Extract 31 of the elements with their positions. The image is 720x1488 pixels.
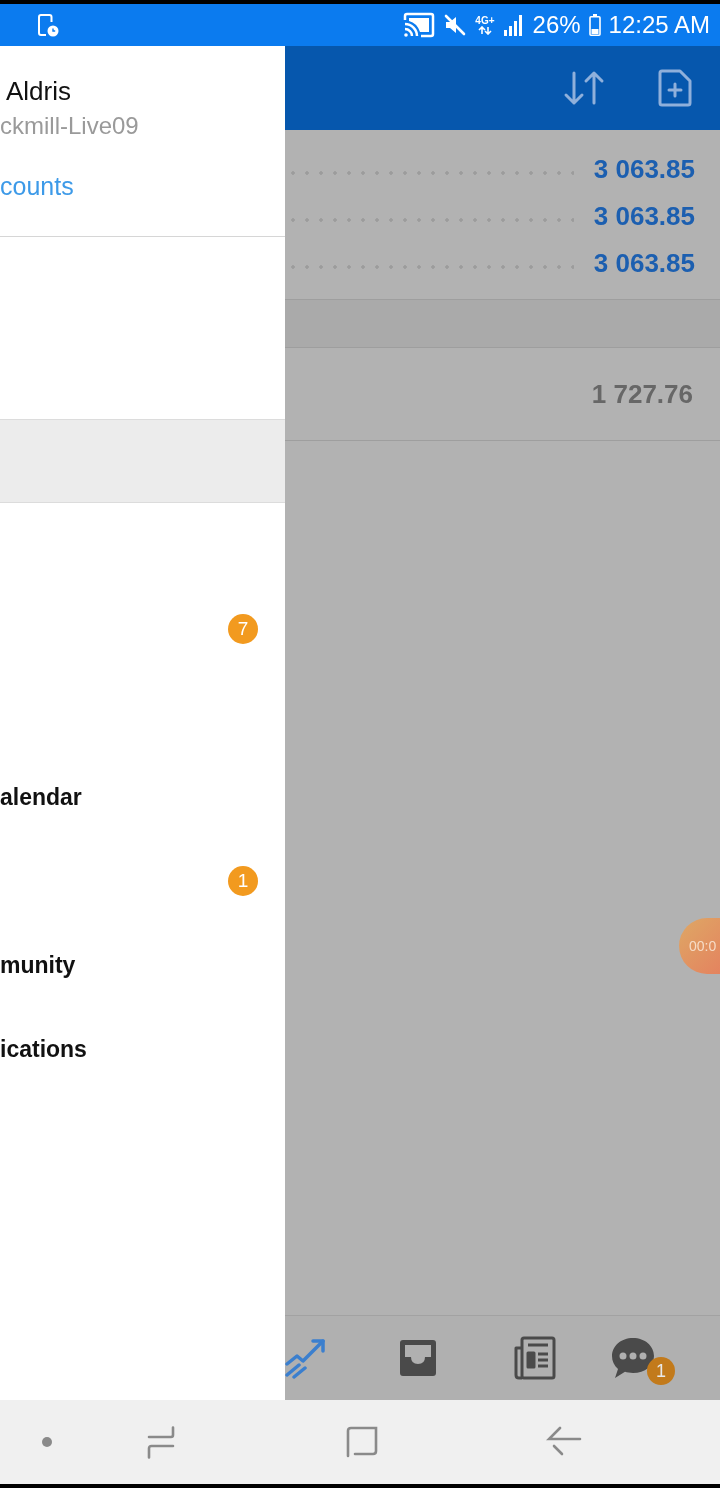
- account-name: Aldris: [5, 75, 71, 107]
- inbox-tray-icon[interactable]: [398, 1338, 438, 1378]
- clock: 12:25 AM: [608, 11, 710, 39]
- dot-icon[interactable]: [42, 1437, 52, 1447]
- trend-arrow-icon[interactable]: [285, 1337, 327, 1379]
- amount-value: 1 727.76: [591, 379, 693, 409]
- home-icon[interactable]: [346, 1426, 378, 1458]
- sort-arrows-icon[interactable]: [562, 70, 606, 106]
- data-arrows-icon: [477, 26, 492, 35]
- balance-value: 3 063.85: [593, 247, 695, 278]
- back-icon[interactable]: [546, 1426, 582, 1458]
- network-type: 4G+: [475, 15, 495, 26]
- recent-apps-icon[interactable]: [147, 1425, 175, 1459]
- menu-item[interactable]: alendar: [0, 783, 82, 811]
- balance-value: 3 063.85: [593, 200, 695, 231]
- account-server: ckmill-Live09: [0, 111, 139, 141]
- signal-bars-icon: [502, 14, 525, 36]
- menu-item[interactable]: munity: [0, 951, 76, 979]
- battery-percent: 26%: [532, 11, 581, 39]
- newspaper-icon[interactable]: [512, 1336, 556, 1380]
- battery-icon: [588, 14, 601, 36]
- phone-timer-icon: [37, 13, 59, 37]
- balance-value: 3 063.85: [593, 153, 695, 184]
- count-badge: 7: [228, 614, 258, 644]
- menu-item[interactable]: ications: [0, 1035, 87, 1063]
- cast-icon: [403, 12, 436, 38]
- count-badge: 1: [228, 866, 258, 896]
- mute-icon: [443, 13, 468, 37]
- notification-badge: 1: [647, 1357, 675, 1385]
- new-document-icon[interactable]: [658, 69, 692, 107]
- chat-bubble-icon[interactable]: [610, 1336, 656, 1380]
